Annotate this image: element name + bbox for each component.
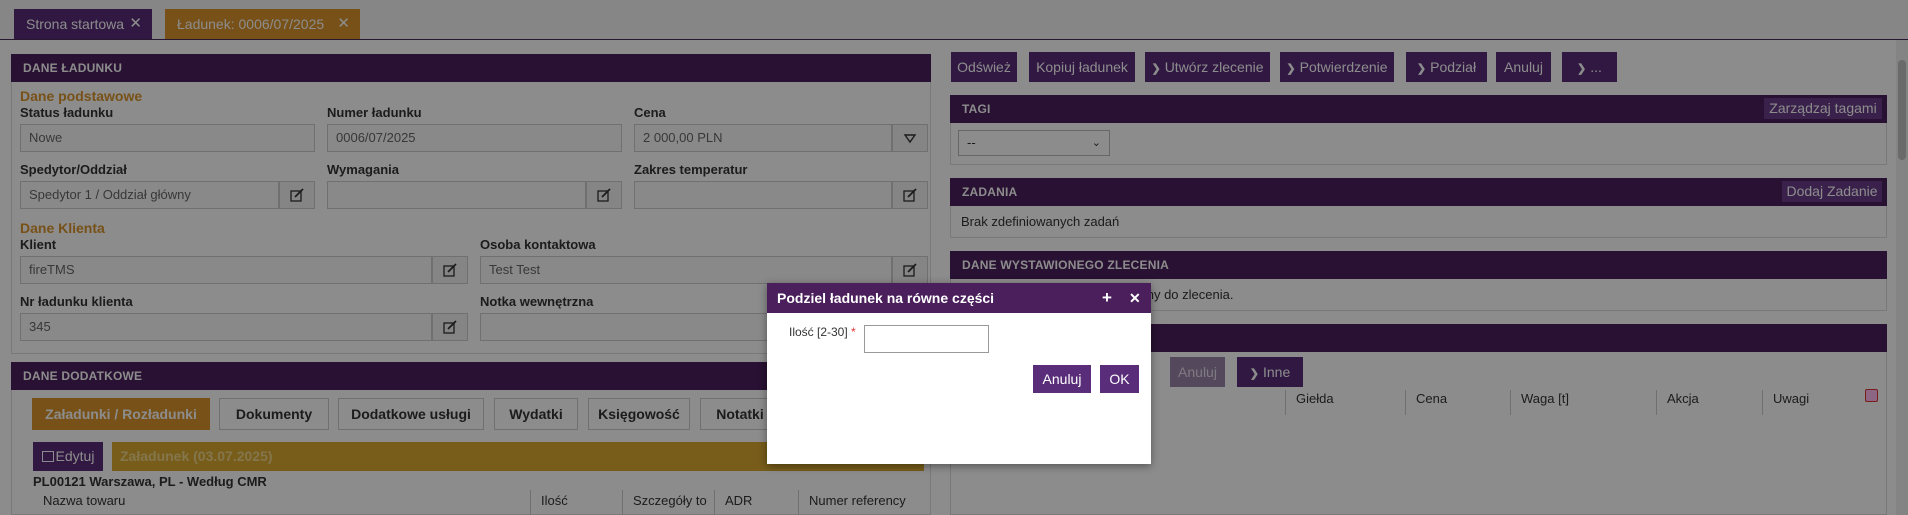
close-icon[interactable]: ✕ [1129, 283, 1141, 313]
dialog-title: Podziel ładunek na równe części [777, 290, 995, 306]
dialog-ok-button[interactable]: OK [1100, 365, 1139, 393]
dialog-cancel-button[interactable]: Anuluj [1033, 365, 1091, 393]
required-mark: * [851, 325, 856, 339]
qty-label-text: Ilość [2-30] [789, 325, 848, 339]
qty-label: Ilość [2-30] * [789, 325, 856, 339]
qty-input[interactable] [864, 325, 989, 353]
dialog-header: Podziel ładunek na równe części + ✕ [767, 283, 1151, 313]
split-load-dialog: Podziel ładunek na równe części + ✕ Iloś… [767, 283, 1151, 464]
maximize-icon[interactable]: + [1102, 283, 1112, 313]
